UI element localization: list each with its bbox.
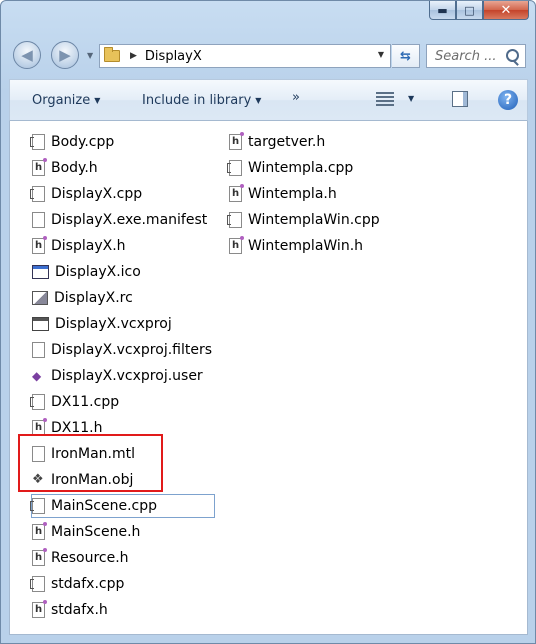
cpp-file-icon [30,576,45,592]
file-column-1: Body.cpp Body.h DisplayX.cpp DisplayX.exe.m… [30,129,216,623]
file-name: DisplayX.h [51,238,126,254]
file-name: DX11.cpp [51,394,120,410]
cpp-file-icon [227,160,242,176]
view-options-icon[interactable] [376,92,394,107]
command-bar: Organize ▼ Include in library ▼ » ▼ ? [9,79,528,121]
file-item[interactable]: DisplayX.vcxproj.user [30,363,216,389]
caption-buttons: ▬ □ ✕ [429,1,529,20]
file-name: MainScene.cpp [51,498,158,514]
maximize-button[interactable]: □ [456,1,483,20]
forward-button[interactable]: ▶ [51,41,79,69]
file-item[interactable]: DX11.cpp [30,389,216,415]
file-name: targetver.h [248,134,326,150]
cpp-file-icon [30,498,45,514]
back-button[interactable]: ◀ [13,41,41,69]
refresh-icon: ⇆ [400,48,411,64]
file-name: DisplayX.cpp [51,186,143,202]
file-item[interactable]: MainScene.h [30,519,216,545]
chevron-down-icon: ▼ [255,96,262,105]
file-item[interactable]: DisplayX.vcxproj [30,311,216,337]
file-name: Resource.h [51,550,129,566]
header-file-icon [32,522,47,540]
search-icon[interactable] [506,49,519,62]
file-item[interactable]: stdafx.h [30,597,216,623]
address-bar[interactable]: ▶ DisplayX ▼ [99,44,391,68]
file-name: DisplayX.rc [54,290,133,306]
file-item[interactable]: Wintempla.cpp [227,155,384,181]
header-file-icon [229,236,244,254]
file-item[interactable]: targetver.h [227,129,384,155]
file-name: stdafx.h [51,602,108,618]
minimize-button[interactable]: ▬ [429,1,456,20]
header-file-icon [32,548,47,566]
header-file-icon [229,184,244,202]
refresh-button[interactable]: ⇆ [392,44,420,68]
search-input[interactable]: Search ... [426,44,526,68]
back-arrow-icon: ◀ [21,46,33,64]
file-name: DisplayX.vcxproj [55,316,172,332]
cpp-file-icon [30,186,45,202]
file-name: MainScene.h [51,524,141,540]
forward-arrow-icon: ▶ [59,46,71,64]
organize-label: Organize [32,93,91,108]
address-dropdown-icon[interactable]: ▼ [378,50,384,59]
help-icon[interactable]: ? [498,90,518,110]
blank-file-icon [32,342,45,358]
ico-file-icon [32,265,49,279]
search-placeholder: Search ... [435,48,497,64]
file-item[interactable]: DisplayX.h [30,233,216,259]
more-commands-button[interactable]: » [292,90,300,105]
file-item[interactable]: Resource.h [30,545,216,571]
file-name: WintemplaWin.cpp [248,212,380,228]
close-button[interactable]: ✕ [483,1,529,20]
file-item[interactable]: WintemplaWin.cpp [227,207,384,233]
header-file-icon [229,132,244,150]
header-file-icon [32,158,47,176]
breadcrumb-displayx[interactable]: DisplayX [145,49,202,64]
file-item[interactable]: stdafx.cpp [30,571,216,597]
preview-pane-icon[interactable] [452,91,468,107]
blank-file-icon [32,212,45,228]
file-item[interactable]: Body.cpp [30,129,216,155]
file-name: DisplayX.ico [55,264,141,280]
red-highlight-box [18,434,163,492]
file-item[interactable]: MainScene.cpp [30,493,216,519]
cpp-file-icon [227,212,242,228]
file-item[interactable]: DisplayX.vcxproj.filters [30,337,216,363]
file-name: Body.h [51,160,98,176]
file-item[interactable]: DisplayX.cpp [30,181,216,207]
recent-pages-dropdown[interactable]: ▼ [87,51,93,60]
chevron-down-icon: ▼ [94,96,101,105]
include-in-library-label: Include in library [142,93,252,108]
vs-user-file-icon [32,368,45,384]
view-dropdown-icon[interactable]: ▼ [408,94,414,103]
cpp-file-icon [30,394,45,410]
breadcrumb-separator-icon[interactable]: ▶ [130,51,137,61]
include-in-library-menu[interactable]: Include in library ▼ [142,93,261,108]
file-name: WintemplaWin.h [248,238,364,254]
file-item[interactable]: WintemplaWin.h [227,233,384,259]
organize-menu[interactable]: Organize ▼ [32,93,100,108]
file-name: DisplayX.vcxproj.filters [51,342,213,358]
file-item[interactable]: Body.h [30,155,216,181]
header-file-icon [32,236,47,254]
file-item[interactable]: DisplayX.exe.manifest [30,207,216,233]
file-column-2: targetver.h Wintempla.cpp Wintempla.h Winte… [227,129,384,259]
explorer-window: ▬ □ ✕ ◀ ▶ ▼ ▶ DisplayX ▼ ⇆ Search ... Or… [0,0,536,644]
file-name: Body.cpp [51,134,115,150]
folder-icon [104,47,120,62]
file-name: DisplayX.vcxproj.user [51,368,203,384]
header-file-icon [32,600,47,618]
file-list: Body.cpp Body.h DisplayX.cpp DisplayX.exe.m… [9,121,528,635]
file-item[interactable]: Wintempla.h [227,181,384,207]
file-item[interactable]: DisplayX.rc [30,285,216,311]
rc-file-icon [32,291,48,305]
file-name: DisplayX.exe.manifest [51,212,208,228]
file-name: stdafx.cpp [51,576,125,592]
file-item[interactable]: DisplayX.ico [30,259,216,285]
cpp-file-icon [30,134,45,150]
file-name: Wintempla.h [248,186,337,202]
file-name: Wintempla.cpp [248,160,354,176]
vcxproj-file-icon [32,317,49,331]
